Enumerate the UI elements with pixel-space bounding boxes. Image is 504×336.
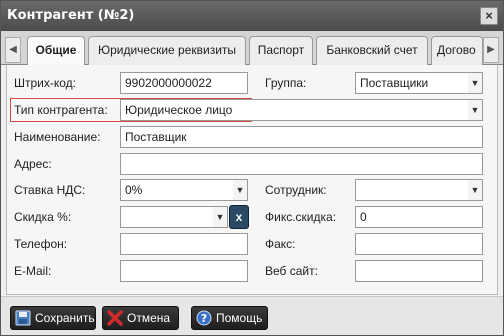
- cancel-button[interactable]: Отмена: [102, 306, 179, 330]
- dialog-window: Контрагент (№2) × ◀ Общие Юридические ре…: [0, 0, 504, 336]
- group-select[interactable]: Поставщики ▼: [355, 72, 483, 94]
- employee-label: Сотрудник:: [265, 183, 327, 197]
- tab-label: Банковский счет: [326, 43, 418, 57]
- tab-legal-details[interactable]: Юридические реквизиты: [88, 36, 246, 65]
- barcode-label: Штрих-код:: [14, 76, 76, 90]
- address-input[interactable]: [120, 153, 483, 175]
- tab-scroll-left-button[interactable]: ◀: [5, 37, 21, 63]
- name-label: Наименование:: [14, 130, 101, 144]
- chevron-right-icon: ▶: [487, 44, 495, 55]
- email-input[interactable]: [120, 260, 248, 282]
- chevron-down-icon[interactable]: ▼: [468, 180, 482, 200]
- website-label: Веб сайт:: [265, 264, 318, 278]
- fixed-discount-input[interactable]: 0: [355, 206, 483, 228]
- phone-label: Телефон:: [14, 237, 68, 251]
- help-button[interactable]: ? Помощь: [191, 306, 268, 330]
- chevron-left-icon: ◀: [9, 44, 17, 55]
- tab-bank-account[interactable]: Банковский счет: [316, 36, 428, 65]
- floppy-disk-icon: [15, 310, 31, 326]
- vat-rate-select[interactable]: 0% ▼: [120, 179, 248, 201]
- tab-label: Юридические реквизиты: [97, 43, 237, 57]
- tab-label: Паспорт: [257, 43, 305, 57]
- barcode-value: 9902000000022: [125, 76, 212, 90]
- chevron-down-icon[interactable]: ▼: [233, 180, 247, 200]
- employee-select[interactable]: ▼: [355, 179, 483, 201]
- red-x-icon: [107, 310, 123, 326]
- save-button[interactable]: Сохранить: [10, 306, 96, 330]
- discount-label: Скидка %:: [14, 210, 72, 224]
- name-value: Поставщик: [125, 130, 187, 144]
- vat-rate-value: 0%: [125, 183, 143, 197]
- button-bar: Сохранить Отмена ? Помощь: [1, 296, 503, 335]
- website-input[interactable]: [355, 260, 483, 282]
- fax-input[interactable]: [355, 233, 483, 255]
- tab-contracts[interactable]: Догово: [431, 36, 483, 65]
- chevron-down-icon[interactable]: ▼: [468, 73, 482, 93]
- counterparty-type-label: Тип контрагента:: [14, 103, 108, 117]
- vat-rate-label: Ставка НДС:: [14, 183, 86, 197]
- address-label: Адрес:: [14, 157, 52, 171]
- phone-input[interactable]: [120, 233, 248, 255]
- tab-general[interactable]: Общие: [27, 36, 85, 66]
- discount-clear-button[interactable]: x: [229, 205, 249, 229]
- fax-label: Факс:: [265, 237, 296, 251]
- group-value: Поставщики: [360, 76, 429, 90]
- email-label: E-Mail:: [14, 264, 52, 278]
- tab-scroll-right-button[interactable]: ▶: [483, 37, 499, 63]
- window-title: Контрагент (№2): [7, 8, 135, 23]
- chevron-down-icon[interactable]: ▼: [213, 207, 227, 227]
- discount-select[interactable]: ▼: [120, 206, 228, 228]
- clear-x-icon: x: [235, 210, 243, 224]
- name-input[interactable]: Поставщик: [120, 126, 483, 148]
- group-label: Группа:: [265, 76, 307, 90]
- counterparty-type-select[interactable]: Юридическое лицо ▼: [120, 99, 483, 121]
- fixed-discount-value: 0: [360, 210, 367, 224]
- tab-passport[interactable]: Паспорт: [249, 36, 313, 65]
- tab-label: Догово: [437, 43, 476, 57]
- general-tab-panel: Штрих-код: 9902000000022 Группа: Поставщ…: [6, 65, 498, 295]
- title-bar[interactable]: Контрагент (№2) ×: [1, 1, 503, 31]
- fixed-discount-label: Фикс.скидка:: [265, 210, 337, 224]
- close-button[interactable]: ×: [480, 7, 498, 25]
- close-icon: ×: [485, 8, 493, 23]
- tab-label: Общие: [35, 43, 77, 57]
- cancel-button-label: Отмена: [127, 311, 171, 325]
- save-button-label: Сохранить: [35, 311, 95, 325]
- question-mark-icon: ?: [196, 310, 212, 326]
- chevron-down-icon[interactable]: ▼: [468, 100, 482, 120]
- help-button-label: Помощь: [216, 311, 263, 325]
- counterparty-type-value: Юридическое лицо: [125, 103, 233, 117]
- svg-text:?: ?: [201, 312, 207, 325]
- tab-strip: ◀ Общие Юридические реквизиты Паспорт Ба…: [1, 31, 503, 66]
- barcode-input[interactable]: 9902000000022: [120, 72, 248, 94]
